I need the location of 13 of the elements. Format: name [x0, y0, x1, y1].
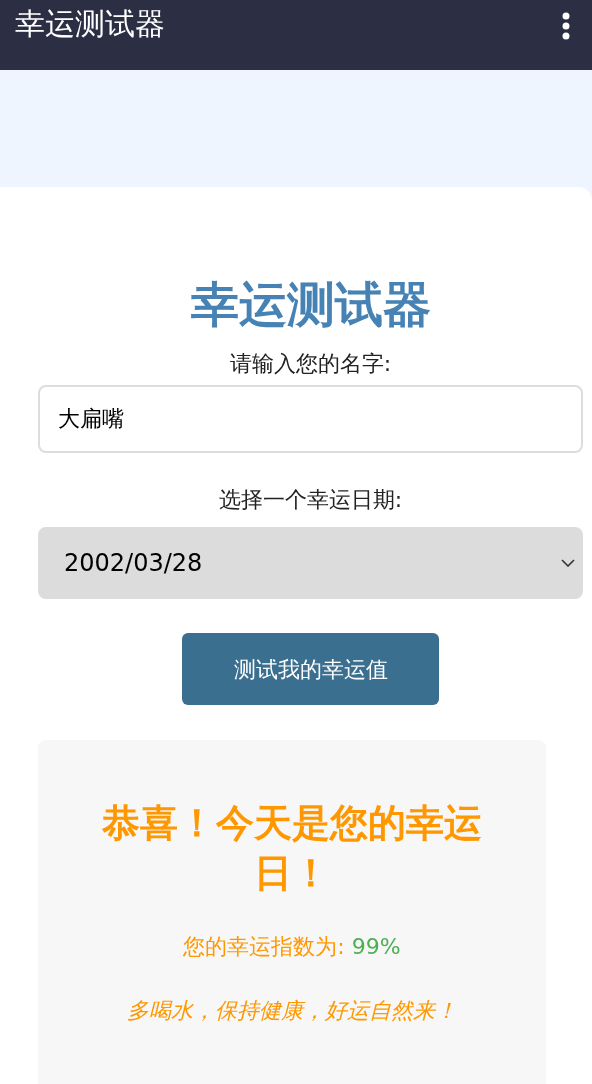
app-title: 幸运测试器	[15, 5, 165, 43]
score-label: 您的幸运指数为:	[183, 933, 346, 961]
date-select[interactable]: 2002/03/28	[38, 527, 583, 599]
result-heading: 恭喜！今天是您的幸运日！	[101, 800, 483, 897]
page-heading: 幸运测试器	[190, 275, 431, 334]
test-luck-button[interactable]: 测试我的幸运值	[182, 633, 439, 705]
more-menu-icon[interactable]	[562, 12, 570, 40]
name-label: 请输入您的名字:	[229, 350, 392, 378]
name-input-field[interactable]: 大扁嘴	[38, 385, 583, 453]
chevron-down-icon	[561, 559, 575, 567]
date-label: 选择一个幸运日期:	[218, 486, 403, 514]
tip-text: 多喝水，保持健康，好运自然来！	[127, 997, 457, 1025]
score-value: 99%	[351, 933, 401, 961]
